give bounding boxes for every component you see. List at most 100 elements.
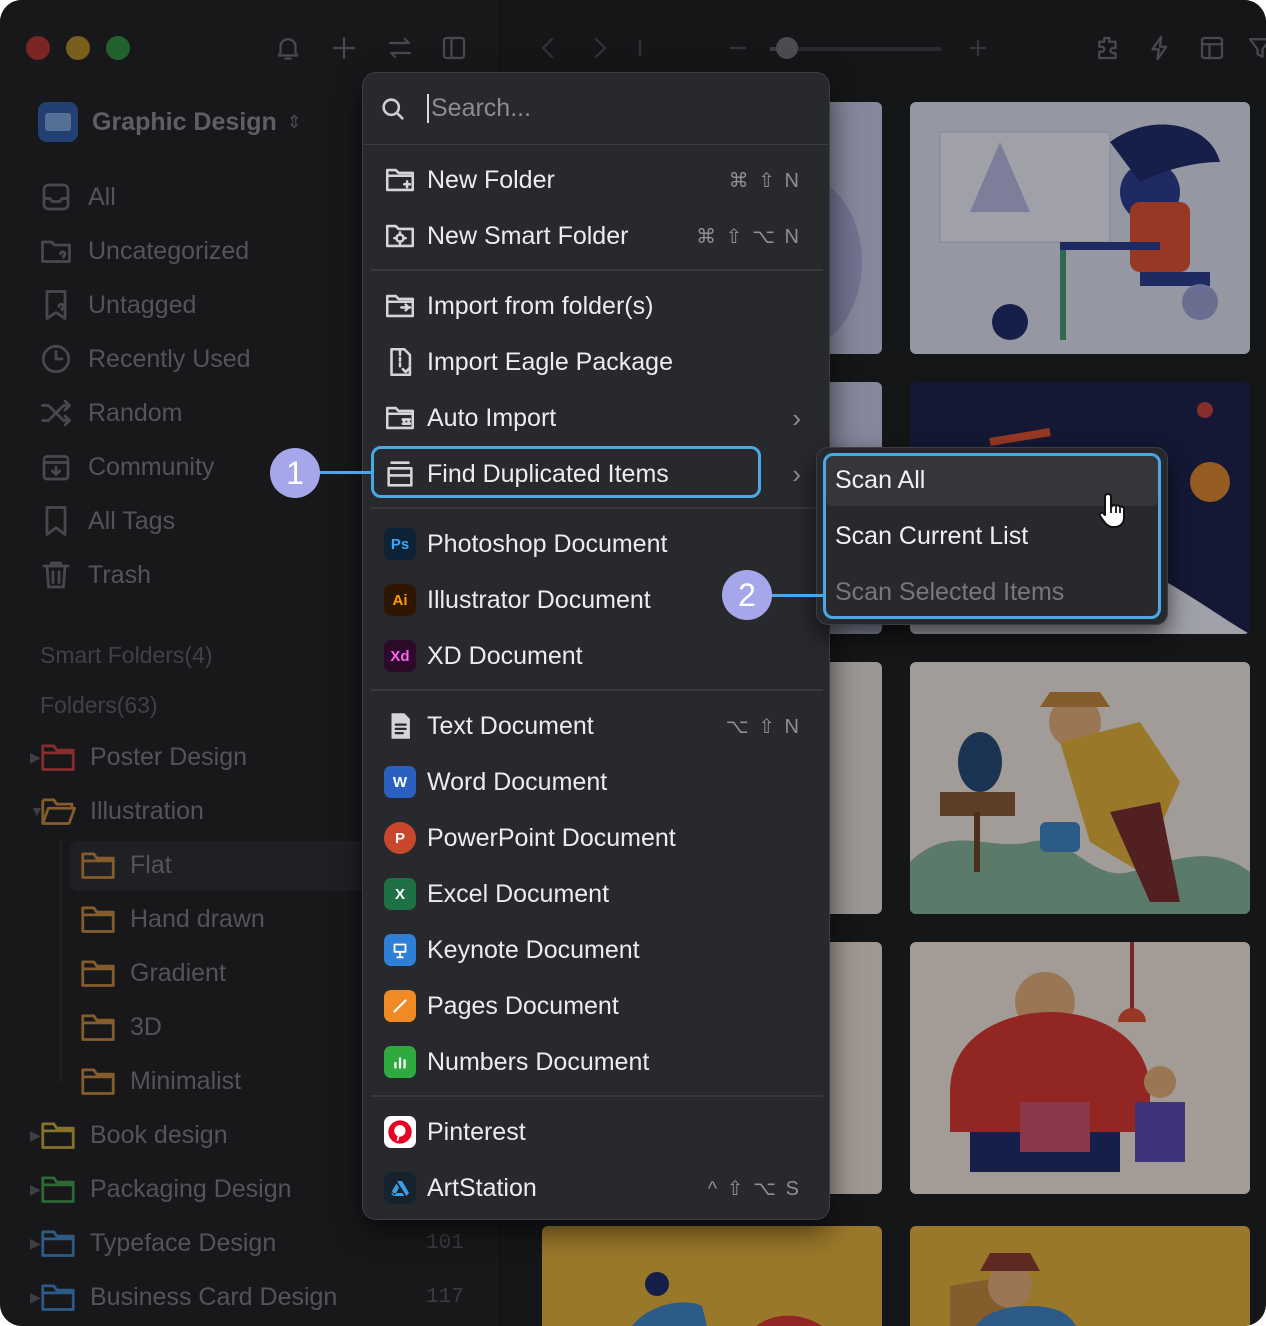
folder-business-card-design[interactable]: ▶ Business Card Design 117: [30, 1275, 464, 1319]
new-folder-icon: [385, 168, 415, 192]
menu-item-import-eagle-package[interactable]: Import Eagle Package: [371, 337, 823, 387]
library-switcher[interactable]: Graphic Design ⇕: [38, 102, 302, 142]
folder-illustration[interactable]: ▼ Illustration: [30, 789, 204, 833]
nav-item-all[interactable]: All: [38, 177, 116, 217]
layout-icon[interactable]: [1192, 28, 1232, 68]
folder-question-icon: [41, 240, 71, 263]
zoom-window-button[interactable]: [106, 36, 130, 60]
menu-item-label: Auto Import: [427, 403, 557, 432]
menu-item-import-from-folders[interactable]: Import from folder(s): [371, 281, 823, 331]
tree-line: [60, 840, 62, 1082]
folder-3d[interactable]: 3D: [80, 1005, 162, 1049]
menu-item-label: Pinterest: [427, 1117, 526, 1146]
menu-item-pinterest[interactable]: Pinterest: [371, 1107, 823, 1157]
nav-item-uncategorized[interactable]: Uncategorized: [38, 231, 249, 271]
folder-flat[interactable]: Flat: [80, 843, 172, 887]
image-thumbnail[interactable]: [910, 102, 1250, 354]
menu-item-auto-import[interactable]: Auto Import ›: [371, 393, 823, 443]
image-thumbnail[interactable]: [910, 942, 1250, 1194]
nav-label: Uncategorized: [88, 236, 250, 265]
menu-search-input[interactable]: [427, 94, 787, 123]
menu-item-label: Photoshop Document: [427, 529, 668, 558]
expand-arrow-icon[interactable]: ▶: [30, 1235, 41, 1252]
folder-hand-drawn[interactable]: Hand drawn: [80, 897, 265, 941]
chevron-right-icon: ›: [792, 402, 801, 433]
menu-item-new-smart-folder[interactable]: New Smart Folder ⌘ ⇧ ⌥ N: [371, 211, 823, 261]
callout-badge-2: 2: [722, 570, 772, 620]
menu-item-powerpoint-document[interactable]: P PowerPoint Document: [371, 813, 823, 863]
plugin-icon[interactable]: [1088, 28, 1128, 68]
nav-item-untagged[interactable]: Untagged: [38, 285, 196, 325]
menu-item-keynote-document[interactable]: Keynote Document: [371, 925, 823, 975]
sidebar-toggle-icon[interactable]: [434, 28, 474, 68]
folder-open-icon: [41, 798, 76, 825]
menu-item-xd-document[interactable]: Xd XD Document: [371, 631, 823, 681]
folder-minimalist[interactable]: Minimalist: [80, 1059, 241, 1103]
menu-item-text-document[interactable]: Text Document ⌥ ⇧ N: [371, 701, 823, 751]
bell-icon[interactable]: [268, 28, 308, 68]
nav-item-trash[interactable]: Trash: [38, 555, 151, 595]
folder-label: 3D: [130, 1012, 162, 1041]
folders-header[interactable]: Folders(63): [40, 692, 158, 719]
menu-item-label: XD Document: [427, 641, 583, 670]
folder-icon: [41, 1284, 75, 1311]
expand-arrow-icon[interactable]: ▶: [30, 1289, 41, 1306]
menu-item-word-document[interactable]: W Word Document: [371, 757, 823, 807]
folder-packaging-design[interactable]: ▶ Packaging Design: [30, 1167, 292, 1211]
folder-label: Hand drawn: [130, 904, 265, 933]
minimize-window-button[interactable]: [66, 36, 90, 60]
folder-gradient[interactable]: Gradient: [80, 951, 226, 995]
callout-2-connector: [770, 594, 824, 597]
zoom-in-icon[interactable]: [958, 28, 998, 68]
filter-icon[interactable]: [1240, 28, 1266, 68]
lightning-icon[interactable]: [1140, 28, 1180, 68]
menu-item-label: Word Document: [427, 767, 608, 796]
collapse-arrow-icon[interactable]: ▼: [30, 803, 44, 819]
menu-item-label: Text Document: [427, 711, 594, 740]
zoom-out-icon[interactable]: [718, 28, 758, 68]
callout-badge-1: 1: [270, 448, 320, 498]
folder-icon: [81, 852, 115, 879]
menu-item-excel-document[interactable]: X Excel Document: [371, 869, 823, 919]
keynote-icon: [384, 934, 416, 966]
expand-arrow-icon[interactable]: ▶: [30, 1181, 41, 1198]
nav-label: Recently Used: [88, 344, 251, 373]
folder-label: Minimalist: [130, 1066, 242, 1095]
back-icon[interactable]: [528, 28, 568, 68]
image-thumbnail[interactable]: [910, 662, 1250, 914]
folder-label: Gradient: [130, 958, 226, 987]
swap-icon[interactable]: [380, 28, 420, 68]
menu-item-numbers-document[interactable]: Numbers Document: [371, 1037, 823, 1087]
nav-item-recently-used[interactable]: Recently Used: [38, 339, 251, 379]
add-icon[interactable]: [324, 28, 364, 68]
hand-pointer-icon: [1098, 493, 1125, 528]
nav-item-random[interactable]: Random: [38, 393, 183, 433]
nav-item-all-tags[interactable]: All Tags: [38, 501, 175, 541]
menu-item-label: Illustrator Document: [427, 585, 651, 614]
menu-item-new-folder[interactable]: New Folder ⌘ ⇧ N: [371, 155, 823, 205]
image-thumbnail[interactable]: [910, 1226, 1250, 1326]
menu-search: [363, 73, 829, 145]
menu-item-pages-document[interactable]: Pages Document: [371, 981, 823, 1031]
nav-label: All Tags: [88, 506, 176, 535]
folder-poster-design[interactable]: ▶ Poster Design: [30, 735, 247, 779]
folder-icon: [81, 960, 115, 987]
folder-typeface-design[interactable]: ▶ Typeface Design 101: [30, 1221, 464, 1265]
close-window-button[interactable]: [26, 36, 50, 60]
image-thumbnail[interactable]: [542, 1226, 882, 1326]
expand-arrow-icon[interactable]: ▶: [30, 1127, 41, 1144]
expand-arrow-icon[interactable]: ▶: [30, 749, 41, 766]
forward-icon[interactable]: [580, 28, 620, 68]
trash-icon: [42, 561, 70, 589]
folder-book-design[interactable]: ▶ Book design: [30, 1113, 228, 1157]
menu-item-artstation[interactable]: ArtStation ^ ⇧ ⌥ S: [371, 1163, 823, 1213]
smart-folders-header[interactable]: Smart Folders(4): [40, 642, 213, 669]
folder-label: Flat: [130, 850, 172, 879]
menu-separator: [371, 1095, 823, 1097]
folder-icon: [41, 744, 75, 771]
menu-item-photoshop-document[interactable]: Ps Photoshop Document: [371, 519, 823, 569]
folder-icon: [41, 1122, 75, 1149]
zoom-slider-knob[interactable]: [776, 37, 798, 59]
menu-separator: [371, 269, 823, 271]
nav-item-community[interactable]: Community: [38, 447, 214, 487]
